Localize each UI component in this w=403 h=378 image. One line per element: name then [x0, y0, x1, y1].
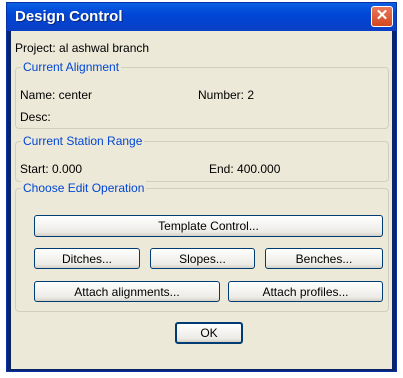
alignment-number: Number: 2 [198, 88, 255, 102]
ditches-button[interactable]: Ditches... [34, 248, 140, 269]
station-range-legend: Current Station Range [21, 134, 145, 148]
station-end: End: 400.000 [209, 162, 281, 176]
project-label: Project: al ashwal branch [15, 41, 150, 55]
current-alignment-group: Current Alignment Name: center Number: 2… [15, 60, 389, 129]
edit-operation-group: Choose Edit Operation Template Control..… [15, 181, 389, 312]
station-start: Start: 0.000 [20, 162, 83, 176]
window-title: Design Control [15, 8, 123, 25]
template-control-button[interactable]: Template Control... [34, 215, 383, 237]
title-bar[interactable]: Design Control ✕ [7, 3, 396, 31]
benches-button[interactable]: Benches... [265, 248, 383, 269]
close-icon[interactable]: ✕ [371, 6, 393, 27]
design-control-dialog: Design Control ✕ Project: al ashwal bran… [6, 2, 397, 372]
alignment-desc: Desc: [20, 110, 51, 124]
station-range-group: Current Station Range Start: 0.000 End: … [15, 134, 389, 182]
slopes-button[interactable]: Slopes... [150, 248, 255, 269]
alignment-name: Name: center [20, 88, 93, 102]
dialog-body: Project: al ashwal branch Current Alignm… [11, 31, 392, 369]
ok-button[interactable]: OK [175, 322, 243, 344]
edit-operation-legend: Choose Edit Operation [21, 181, 147, 195]
attach-alignments-button[interactable]: Attach alignments... [34, 281, 220, 302]
current-alignment-legend: Current Alignment [21, 60, 122, 74]
attach-profiles-button[interactable]: Attach profiles... [228, 281, 383, 302]
